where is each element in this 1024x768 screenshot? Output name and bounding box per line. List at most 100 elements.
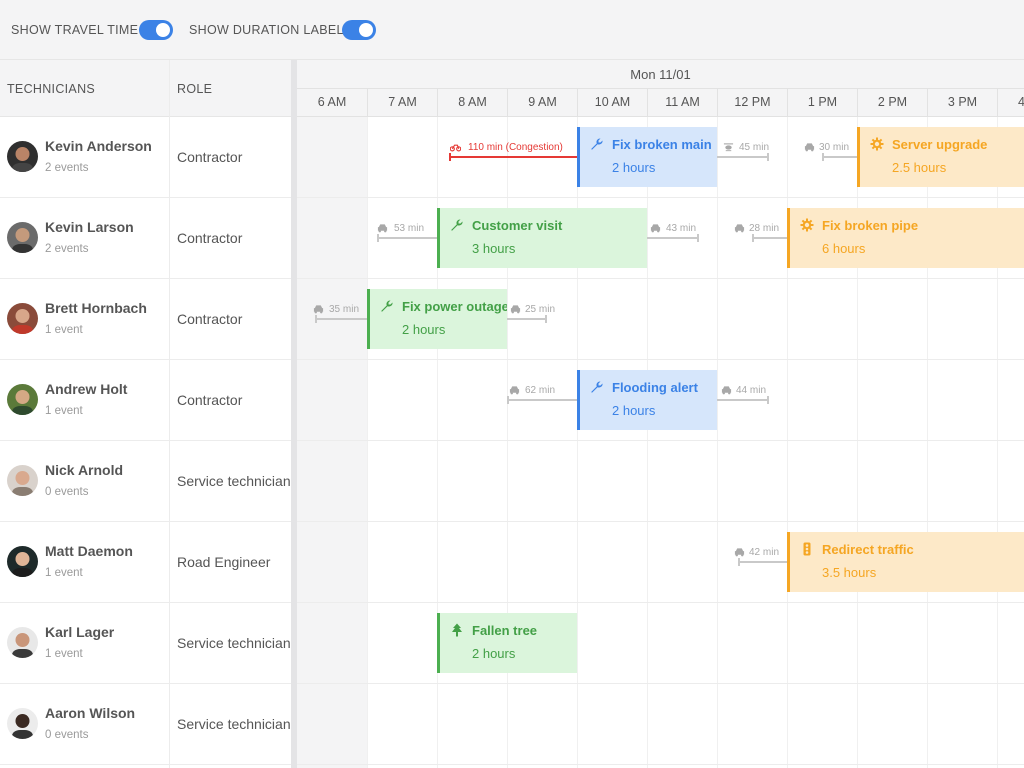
technician-row[interactable]: Nick Arnold 0 events Service technician	[0, 441, 291, 522]
technician-row[interactable]: Kevin Anderson 2 events Contractor	[0, 117, 291, 198]
technician-name: Matt Daemon	[45, 543, 133, 559]
car-icon	[510, 305, 521, 314]
show-duration-label-toggle[interactable]	[342, 20, 376, 40]
event-card[interactable]: Fix broken main 2 hours	[577, 127, 717, 187]
event-title: Flooding alert	[612, 380, 698, 395]
timeline-body[interactable]: 110 min (Congestion) Fix broken main 2 h…	[297, 117, 1024, 768]
column-divider	[169, 60, 170, 768]
hour-header: 12 PM	[717, 88, 787, 117]
wrench-icon	[591, 138, 603, 150]
travel-time-bar: 53 min	[377, 223, 437, 245]
travel-time-label: 30 min	[819, 142, 850, 153]
avatar	[7, 384, 38, 415]
event-duration: 2 hours	[402, 322, 446, 337]
travel-time-bar: 62 min	[507, 385, 577, 407]
avatar	[7, 141, 38, 172]
event-duration: 2 hours	[612, 403, 656, 418]
travel-time-bar: 45 min	[717, 142, 770, 164]
hour-header: 2 PM	[857, 88, 927, 117]
car-icon	[734, 548, 745, 557]
technician-row[interactable]: Brett Hornbach 1 event Contractor	[0, 279, 291, 360]
technician-name: Nick Arnold	[45, 462, 124, 478]
travel-time-bar: 110 min (Congestion)	[449, 142, 577, 164]
technician-row[interactable]: Matt Daemon 1 event Road Engineer	[0, 522, 291, 603]
event-card[interactable]: Flooding alert 2 hours	[577, 370, 717, 430]
car-icon	[804, 143, 815, 152]
travel-time-bar: 42 min	[734, 547, 787, 569]
travel-time-label: 28 min	[749, 223, 780, 234]
car-icon	[377, 224, 388, 233]
car-icon	[650, 224, 661, 233]
technician-event-count: 1 event	[45, 405, 83, 417]
event-title: Fix broken main	[612, 137, 712, 152]
technician-role: Contractor	[177, 311, 243, 327]
event-title: Server upgrade	[892, 137, 988, 152]
event-card[interactable]: Customer visit 3 hours	[437, 208, 647, 268]
hour-header: 3 PM	[927, 88, 997, 117]
technician-event-count: 1 event	[45, 648, 83, 660]
hour-header: 4	[997, 88, 1024, 117]
hour-header: 7 AM	[367, 88, 437, 117]
travel-time-label: 110 min (Congestion)	[468, 142, 563, 153]
travel-time-bar: 30 min	[804, 142, 857, 164]
hour-header: 9 AM	[507, 88, 577, 117]
travel-time-bar: 28 min	[734, 223, 787, 245]
event-title: Fallen tree	[472, 623, 538, 638]
travel-time-bar: 25 min	[507, 304, 555, 326]
wrench-icon	[381, 300, 393, 312]
technician-row[interactable]: Aaron Wilson 0 events Service technician	[0, 684, 291, 765]
event-card[interactable]: Fix power outage 2 hours	[367, 289, 507, 349]
technician-role: Service technician	[177, 716, 290, 732]
technician-event-count: 1 event	[45, 567, 83, 579]
gear-icon	[800, 218, 814, 232]
technician-name: Kevin Anderson	[45, 138, 152, 154]
technician-row[interactable]: Karl Lager 1 event Service technician	[0, 603, 291, 684]
travel-time-label: 44 min	[736, 385, 767, 396]
date-header: Mon 11/01	[630, 67, 691, 82]
travel-time-bar: 43 min	[647, 223, 699, 245]
wrench-icon	[451, 219, 463, 231]
technician-row[interactable]: Andrew Holt 1 event Contractor	[0, 360, 291, 441]
hour-header: 10 AM	[577, 88, 647, 117]
avatar	[7, 222, 38, 253]
car-icon	[509, 386, 520, 395]
technician-event-count: 2 events	[45, 243, 89, 255]
travel-time-bar: 35 min	[313, 304, 367, 326]
technician-role: Contractor	[177, 230, 243, 246]
role-column-header[interactable]: ROLE	[177, 82, 212, 96]
avatar	[7, 465, 38, 496]
event-card[interactable]: Redirect traffic 3.5 hours	[787, 532, 1024, 592]
show-duration-label-label: SHOW DURATION LABEL	[189, 23, 344, 37]
hour-header: 11 AM	[647, 88, 717, 117]
travel-time-label: 45 min	[739, 142, 770, 153]
event-duration: 3 hours	[472, 241, 516, 256]
event-duration: 6 hours	[822, 241, 866, 256]
technician-name: Kevin Larson	[45, 219, 134, 235]
travel-time-bar: 44 min	[717, 385, 769, 407]
travel-time-label: 35 min	[329, 304, 360, 315]
technician-event-count: 0 events	[45, 729, 89, 741]
technician-role: Road Engineer	[177, 554, 271, 570]
grid-header: TECHNICIANS ROLE	[0, 60, 291, 117]
travel-time-label: 25 min	[525, 304, 556, 315]
technicians-column-header[interactable]: TECHNICIANS	[7, 82, 95, 96]
event-card[interactable]: Server upgrade 2.5 hours	[857, 127, 1024, 187]
event-duration: 2.5 hours	[892, 160, 947, 175]
event-title: Redirect traffic	[822, 542, 914, 557]
event-title: Fix power outage	[402, 299, 507, 314]
event-card[interactable]: Fix broken pipe 6 hours	[787, 208, 1024, 268]
technician-name: Karl Lager	[45, 624, 115, 640]
avatar	[7, 708, 38, 739]
technician-role: Service technician	[177, 473, 290, 489]
off-hours-shading	[297, 117, 367, 768]
technician-name: Andrew Holt	[45, 381, 128, 397]
technician-row[interactable]: Kevin Larson 2 events Contractor	[0, 198, 291, 279]
technician-event-count: 1 event	[45, 324, 83, 336]
hour-header: 1 PM	[787, 88, 857, 117]
show-travel-time-toggle[interactable]	[139, 20, 173, 40]
event-duration: 3.5 hours	[822, 565, 877, 580]
event-card[interactable]: Fallen tree 2 hours	[437, 613, 577, 673]
technician-grid: TECHNICIANS ROLE Kevin Anderson 2 events…	[0, 60, 291, 768]
event-duration: 2 hours	[472, 646, 516, 661]
travel-time-label: 53 min	[394, 223, 425, 234]
